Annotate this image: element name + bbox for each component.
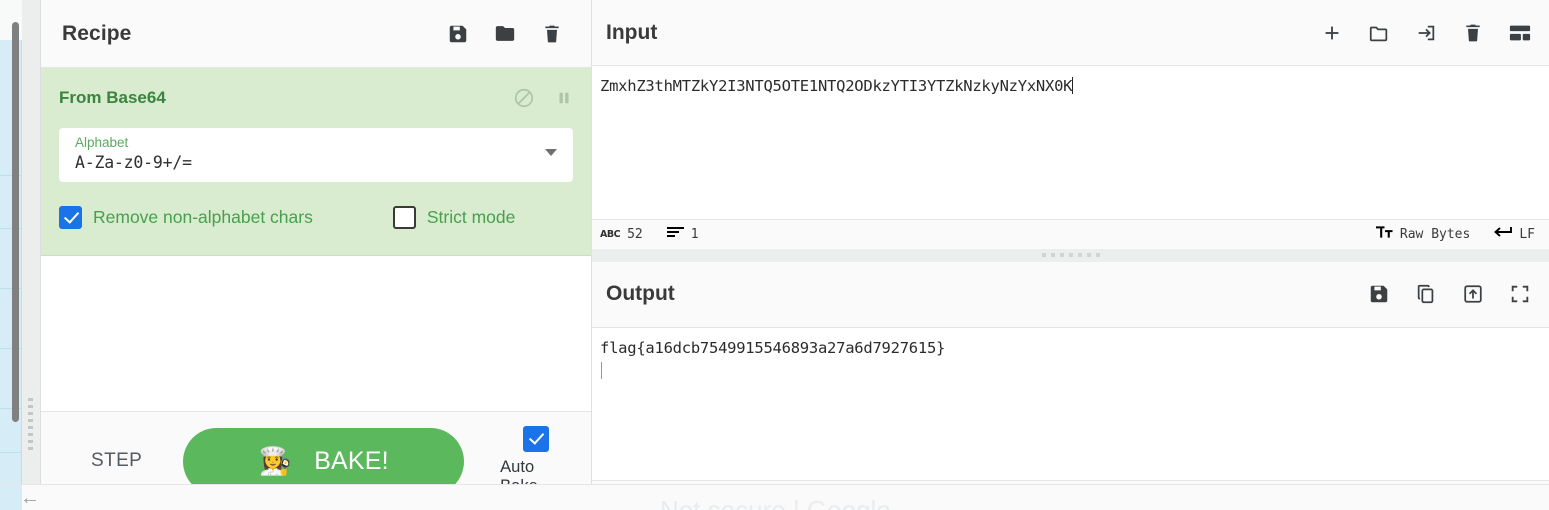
character-encoding-icon [1375,225,1393,244]
output-title-bar: Output [592,261,1549,328]
chevron-down-icon[interactable] [545,149,557,156]
input-status-bar: ABC 52 1 Raw Bytes LF [592,218,1549,249]
recipe-title-bar: Recipe [41,0,591,68]
input-title-bar: Input [592,0,1549,66]
input-encoding-value: Raw Bytes [1399,226,1471,242]
maximise-output-icon[interactable] [1509,283,1531,305]
recipe-title: Recipe [62,21,132,45]
strict-mode-checkbox[interactable]: Strict mode [392,206,516,229]
back-arrow-icon[interactable]: ← [20,487,40,510]
input-editor[interactable]: ZmxhZ3thMTZkY2I3NTQ5OTE1NTQ2ODkzYTI3YTZk… [592,66,1549,219]
save-output-icon[interactable] [1368,283,1390,305]
strict-mode-label: Strict mode [426,207,516,227]
recipe-operation-from-base64[interactable]: From Base64 Alphabet A-Za-z0-9+/= Remove… [41,68,591,256]
operations-scrollbar[interactable] [12,22,19,422]
recipe-panel: Recipe From Base64 Alphabet A-Za-z0-9+/=… [41,0,592,510]
clear-io-icon[interactable] [1462,22,1484,44]
clear-recipe-icon[interactable] [541,23,563,45]
input-line-ending-value: LF [1519,226,1535,242]
output-text[interactable]: flag{a16dcb7549915546893a27a6d7927615} [600,337,1539,360]
input-length-value: 52 [627,226,643,242]
browser-ghost-text: Not secure | Google [660,495,891,510]
chef-icon: 👩‍🍳 [258,445,293,476]
output-title: Output [606,282,675,305]
replace-input-with-output-icon[interactable] [1462,283,1484,305]
io-panel: Input ZmxhZ3thMTZkY2I3NTQ5OTE1NTQ2ODkzYT… [592,0,1549,510]
checkbox-checked-icon[interactable] [522,426,549,452]
abc-length-icon: ABC [600,228,621,240]
io-splitter[interactable] [592,248,1549,262]
input-lines-value: 1 [690,226,699,242]
input-lines-status[interactable]: 1 [666,225,699,243]
text-cursor [601,361,602,379]
disable-operation-icon[interactable] [513,87,535,109]
input-length-status[interactable]: ABC 52 [600,227,643,242]
operations-panel-bottom [0,485,22,510]
add-input-tab-icon[interactable] [1321,22,1343,44]
checkbox-unchecked-icon[interactable] [392,206,416,229]
pause-breakpoint-icon[interactable] [555,88,573,108]
input-line-ending-status[interactable]: LF [1492,225,1535,244]
input-text[interactable]: ZmxhZ3thMTZkY2I3NTQ5OTE1NTQ2ODkzYTI3YTZk… [600,75,1539,98]
line-ending-icon [1492,225,1513,244]
save-recipe-icon[interactable] [447,23,469,45]
open-file-as-input-icon[interactable] [1415,22,1437,44]
operation-header-icons [513,87,573,109]
lines-icon [666,225,684,243]
operation-checkboxes: Remove non-alphabet chars Strict mode [59,206,573,229]
cyberchef-app: Recipe From Base64 Alphabet A-Za-z0-9+/=… [0,0,1549,510]
bake-button-label: BAKE! [314,446,389,475]
reset-pane-layout-icon[interactable] [1509,22,1531,44]
copy-output-icon[interactable] [1415,283,1437,305]
output-text-line-2[interactable] [600,360,1539,383]
alphabet-label: Alphabet [75,135,129,150]
input-value[interactable]: ZmxhZ3thMTZkY2I3NTQ5OTE1NTQ2ODkzYTI3YTZk… [600,77,1073,95]
open-folder-as-input-icon[interactable] [1368,22,1390,44]
checkbox-checked-icon[interactable] [59,206,82,229]
operation-title: From Base64 [59,88,166,107]
input-status-right: Raw Bytes LF [1375,225,1535,244]
recipe-title-icons [447,23,563,45]
output-editor[interactable]: flag{a16dcb7549915546893a27a6d7927615} [592,327,1549,480]
alphabet-argument[interactable]: Alphabet A-Za-z0-9+/= [59,128,573,182]
alphabet-value[interactable]: A-Za-z0-9+/= [75,151,559,175]
browser-bottom-sliver: ← Not secure | Google [0,484,1549,510]
output-title-icons [1368,283,1531,305]
input-encoding-status[interactable]: Raw Bytes [1375,225,1471,244]
remove-non-alphabet-chars-checkbox[interactable]: Remove non-alphabet chars [59,206,313,229]
recipe-drop-area[interactable] [41,256,591,412]
remove-non-alphabet-chars-label: Remove non-alphabet chars [93,207,313,227]
panel-resize-handle[interactable] [28,398,33,458]
text-cursor [1072,77,1074,94]
input-title-icons [1321,22,1531,44]
operation-header: From Base64 [59,82,573,114]
load-recipe-icon[interactable] [494,23,516,45]
step-button[interactable]: STEP [91,450,142,472]
input-title: Input [606,20,658,44]
